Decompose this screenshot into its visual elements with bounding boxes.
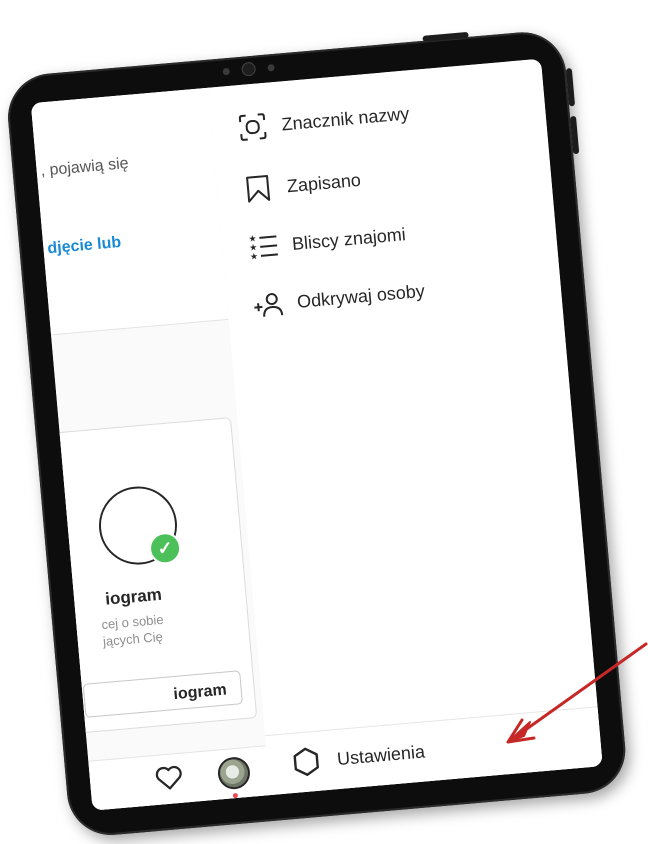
- notification-dot: [232, 792, 239, 799]
- close-friends-list-icon: ★ ★ ★: [248, 234, 278, 263]
- menu-item-close-friends[interactable]: ★ ★ ★ Bliscy znajomi: [247, 219, 407, 263]
- gear-icon: [293, 747, 319, 776]
- camera-sensor: [267, 63, 275, 72]
- front-camera: [222, 60, 275, 78]
- heart-icon[interactable]: [153, 762, 186, 795]
- profile-hint-text: , pojawią się: [40, 155, 130, 180]
- tablet-volume-up-button: [565, 68, 576, 107]
- menu-item-label: Zapisano: [286, 169, 362, 196]
- add-person-icon: [254, 293, 284, 317]
- camera-lens: [241, 61, 257, 77]
- card-action-button[interactable]: iogram: [82, 670, 243, 718]
- card-title: iogram: [104, 584, 163, 609]
- menu-item-label: Odkrywaj osoby: [296, 280, 426, 312]
- annotation-arrow-icon: [506, 642, 648, 744]
- menu-item-discover-people[interactable]: Odkrywaj osoby: [252, 276, 426, 321]
- svg-text:★: ★: [250, 252, 259, 263]
- bottom-tab-bar: [88, 745, 271, 811]
- profile-header-partial: , pojawią się djęcie lub: [30, 87, 229, 336]
- camera-sensor: [222, 67, 231, 75]
- add-photo-link[interactable]: djęcie lub: [47, 234, 122, 258]
- nametag-icon: [238, 113, 267, 141]
- suggestion-card: ✓ iogram cej o sobie jących Cię iogram: [30, 417, 258, 737]
- settings-button[interactable]: Ustawienia: [290, 736, 426, 778]
- bookmark-icon: [246, 174, 271, 203]
- menu-item-saved[interactable]: Zapisano: [242, 165, 362, 205]
- menu-item-label: Bliscy znajomi: [291, 223, 407, 254]
- tablet-top-button: [422, 31, 469, 42]
- menu-item-label: Znacznik nazwy: [280, 102, 410, 134]
- screenshot-stage: , pojawią się djęcie lub ✓ iogram cej o …: [0, 0, 648, 844]
- card-description: cej o sobie jących Cię: [101, 611, 166, 650]
- tablet-volume-down-button: [569, 115, 580, 155]
- settings-label: Ustawienia: [336, 740, 426, 769]
- profile-avatar-tab[interactable]: [216, 755, 252, 791]
- menu-item-nametag[interactable]: Znacznik nazwy: [236, 98, 410, 143]
